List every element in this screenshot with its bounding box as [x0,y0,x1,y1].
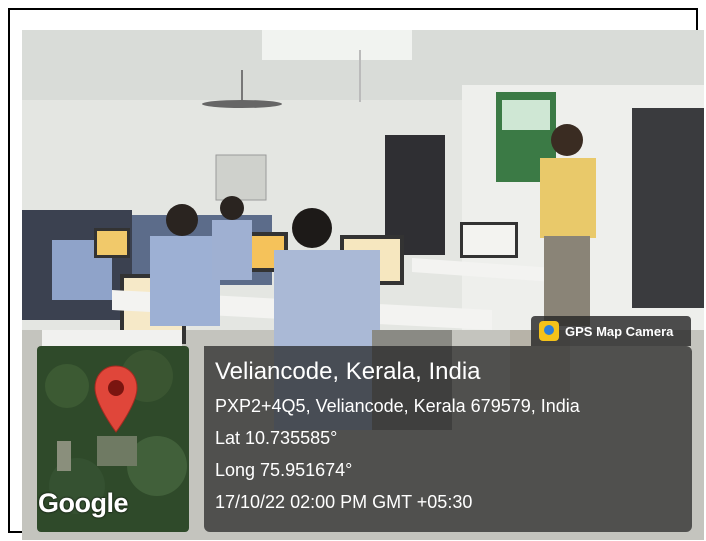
map-pin-icon [94,365,138,433]
location-address: PXP2+4Q5, Veliancode, Kerala 679579, Ind… [215,396,580,416]
location-info-panel: Veliancode, Kerala, India PXP2+4Q5, Veli… [204,346,692,532]
gps-map-camera-badge: GPS Map Camera [531,316,691,346]
longitude: Long 75.951674° [215,460,353,480]
gps-map-camera-icon [539,321,559,341]
timestamp: 17/10/22 02:00 PM GMT +05:30 [215,492,473,512]
location-title: Veliancode, Kerala, India [215,358,481,385]
google-logo: Google [38,488,129,518]
latitude: Lat 10.735585° [215,428,338,448]
badge-label: GPS Map Camera [565,323,674,339]
